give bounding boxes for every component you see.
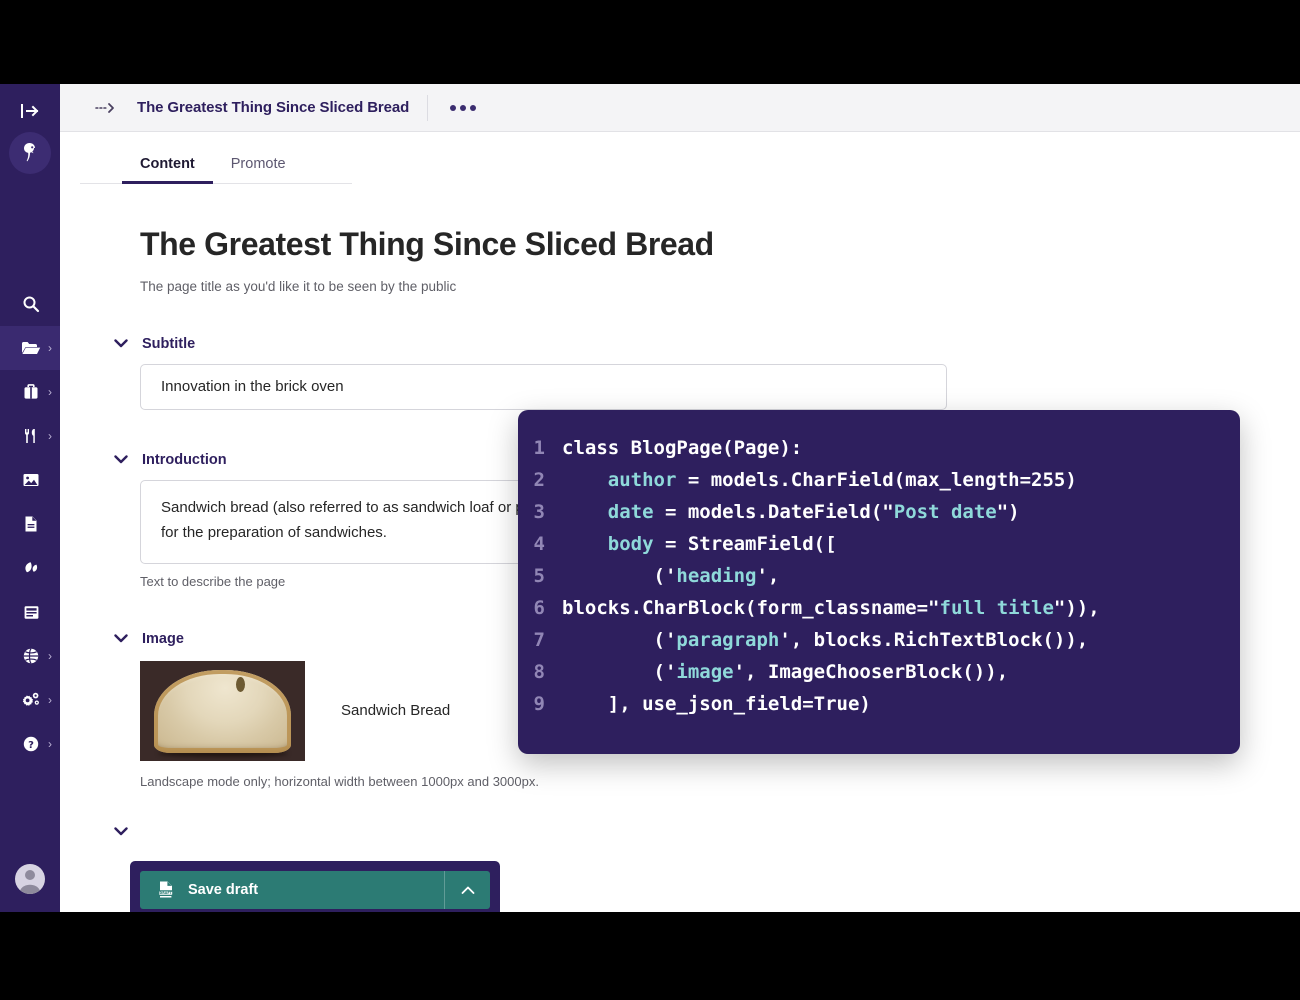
image-help: Landscape mode only; horizontal width be… [140, 773, 539, 789]
form-icon [20, 601, 42, 623]
image-title: Sandwich Bread [341, 702, 451, 720]
subtitle-input[interactable]: Innovation in the brick oven [140, 363, 947, 410]
sidebar-expand-icon[interactable] [0, 98, 60, 124]
document-icon [20, 513, 42, 535]
field-label-image: Image [142, 630, 184, 647]
ellipsis-icon[interactable] [444, 99, 482, 117]
chevron-right-icon: › [48, 385, 52, 399]
tab-content[interactable]: Content [122, 156, 213, 184]
code-line-number: 8 [533, 661, 545, 683]
chevron-right-icon: › [48, 341, 52, 355]
sidebar-item-images[interactable] [0, 458, 60, 502]
code-line-number: 5 [533, 565, 545, 587]
sidebar-item-shop[interactable]: › [0, 370, 60, 414]
code-line: 9 ], use_json_field=True) [518, 688, 1240, 720]
app-viewport: › › › › › ? › The Greatest Thing Since S… [0, 84, 1300, 912]
code-line-text: ('paragraph', blocks.RichTextBlock()), [562, 629, 1089, 651]
save-options-toggle[interactable] [444, 871, 490, 909]
save-draft-button[interactable]: DRAFT Save draft [140, 871, 490, 909]
code-line-text: blocks.CharBlock(form_classname="full ti… [562, 597, 1100, 619]
chevron-down-icon[interactable] [114, 632, 128, 646]
header-divider [427, 94, 429, 121]
gears-icon [20, 689, 42, 711]
code-line-number: 2 [533, 469, 545, 491]
sidebar-item-pages[interactable]: › [0, 326, 60, 370]
sidebar-item-locales[interactable]: › [0, 634, 60, 678]
wagtail-bird-icon[interactable] [9, 132, 51, 174]
code-line: 2 author = models.CharField(max_length=2… [518, 464, 1240, 496]
folder-open-icon [20, 337, 42, 359]
page-header: The Greatest Thing Since Sliced Bread [60, 84, 1300, 132]
fork-knife-icon [20, 425, 42, 447]
code-line: 6 blocks.CharBlock(form_classname="full t… [518, 592, 1240, 624]
dotted-arrow-right-icon[interactable] [95, 102, 121, 114]
search-icon [20, 293, 42, 315]
code-line: 8 ('image', ImageChooserBlock()), [518, 656, 1240, 688]
chevron-right-icon: › [48, 649, 52, 663]
code-line-text: body = StreamField([ [607, 533, 837, 555]
sidebar-item-forms[interactable] [0, 590, 60, 634]
chevron-right-icon: › [48, 737, 52, 751]
code-line-text: date = models.DateField("Post date") [607, 501, 1020, 523]
field-subtitle: Subtitle Innovation in the brick oven [114, 335, 1140, 410]
code-line-number: 3 [533, 501, 545, 523]
breadcrumb: The Greatest Thing Since Sliced Bread [137, 99, 410, 116]
tab-promote[interactable]: Promote [213, 156, 304, 184]
sidebar-item-help[interactable]: ? › [0, 722, 60, 766]
svg-text:?: ? [28, 740, 34, 751]
code-line-number: 9 [533, 693, 545, 715]
code-line: 3 date = models.DateField("Post date") [518, 496, 1240, 528]
code-line-number: 1 [533, 437, 545, 459]
svg-text:DRAFT: DRAFT [160, 891, 173, 895]
page-title: The Greatest Thing Since Sliced Bread [140, 226, 714, 262]
page-title-help: The page title as you'd like it to be se… [140, 278, 457, 294]
sidebar-item-recipes[interactable]: › [0, 414, 60, 458]
globe-icon [20, 645, 42, 667]
sidebar-item-search[interactable] [0, 282, 60, 326]
code-line-text: author = models.CharField(max_length=255… [607, 469, 1077, 491]
tabs: Content Promote [60, 132, 1300, 184]
chevron-right-icon: › [48, 429, 52, 443]
chevron-down-icon[interactable] [114, 825, 128, 839]
sidebar-item-settings[interactable]: › [0, 678, 60, 722]
chevron-down-icon[interactable] [114, 453, 128, 467]
code-line-text: ('heading', [562, 565, 780, 587]
leaf-icon [20, 557, 42, 579]
code-line-text: ], use_json_field=True) [562, 693, 871, 715]
save-draft-label: Save draft [188, 882, 259, 898]
code-line-number: 7 [533, 629, 545, 651]
code-line-number: 4 [533, 533, 545, 555]
sidebar: › › › › › ? › [0, 84, 60, 912]
sidebar-nav: › › › › › ? › [0, 282, 60, 766]
chevron-down-icon[interactable] [114, 337, 128, 351]
code-line: 7 ('paragraph', blocks.RichTextBlock()), [518, 624, 1240, 656]
image-thumbnail[interactable] [140, 660, 305, 761]
draft-document-icon: DRAFT [156, 880, 176, 900]
code-line: 1 class BlogPage(Page): [518, 432, 1240, 464]
chevron-right-icon: › [48, 693, 52, 707]
code-line-text: class BlogPage(Page): [562, 437, 803, 459]
code-line: 5 ('heading', [518, 560, 1240, 592]
briefcase-icon [20, 381, 42, 403]
sidebar-item-documents[interactable] [0, 502, 60, 546]
avatar[interactable] [15, 864, 45, 894]
field-label-subtitle: Subtitle [142, 335, 196, 352]
footer-action-bar: DRAFT Save draft [130, 861, 500, 912]
code-line-text: ('image', ImageChooserBlock()), [562, 661, 1009, 683]
sidebar-item-snippets[interactable] [0, 546, 60, 590]
code-line: 4 body = StreamField([ [518, 528, 1240, 560]
image-icon [20, 469, 42, 491]
code-snippet-overlay: 1 class BlogPage(Page): 2 author = models.… [518, 410, 1240, 754]
question-circle-icon: ? [20, 733, 42, 755]
field-label-introduction: Introduction [142, 451, 227, 468]
code-line-number: 6 [533, 597, 545, 619]
